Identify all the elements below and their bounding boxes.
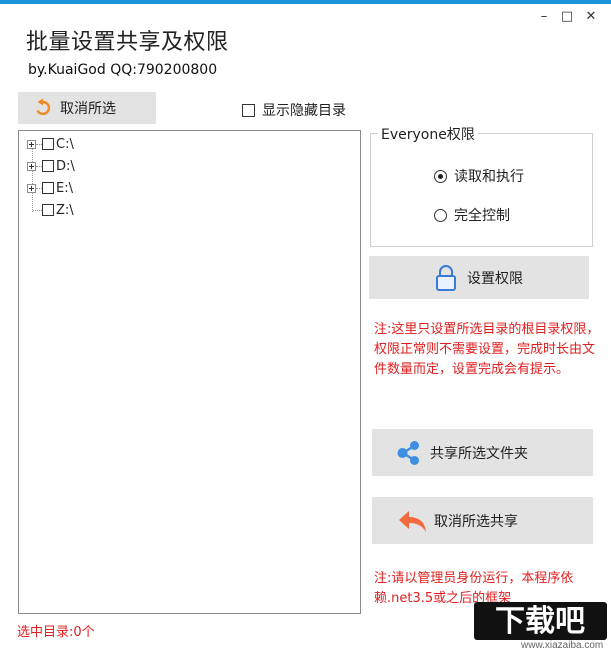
tree-item-label: D:\	[56, 158, 75, 174]
undo-select-button[interactable]: 取消所选	[18, 92, 156, 124]
tree-checkbox[interactable]	[42, 182, 54, 194]
app-author: by.KuaiGod QQ:790200800	[28, 62, 218, 78]
watermark-logo-text: 下载吧	[495, 604, 585, 639]
tree-checkbox[interactable]	[42, 138, 54, 150]
app-title: 批量设置共享及权限	[26, 30, 229, 55]
show-hidden-box[interactable]	[242, 103, 255, 117]
lock-icon	[436, 264, 456, 291]
set-permission-button[interactable]: 设置权限	[369, 256, 589, 299]
tree-item-label: Z:\	[56, 202, 74, 218]
watermark-url: www.xiazaiba.com	[521, 640, 604, 651]
maximize-button[interactable]: □	[556, 6, 578, 26]
undo-arrow-icon	[36, 98, 51, 116]
tree-item-c[interactable]: C:\	[27, 135, 74, 153]
selected-count-status: 选中目录:0个	[17, 625, 95, 640]
expand-icon[interactable]	[27, 183, 36, 193]
unshare-folder-label: 取消所选共享	[434, 513, 518, 530]
show-hidden-label: 显示隐藏目录	[262, 103, 346, 119]
expand-icon[interactable]	[27, 139, 36, 149]
minimize-button[interactable]: –	[533, 6, 555, 26]
radio-label: 读取和执行	[454, 169, 524, 185]
tree-item-e[interactable]: E:\	[27, 179, 73, 197]
unshare-folder-button[interactable]: 取消所选共享	[372, 497, 593, 544]
tree-checkbox[interactable]	[42, 204, 54, 216]
everyone-permission-group	[370, 133, 593, 247]
tree-item-d[interactable]: D:\	[27, 157, 75, 175]
show-hidden-checkbox[interactable]: 显示隐藏目录	[242, 100, 346, 120]
share-folder-button[interactable]: 共享所选文件夹	[372, 429, 593, 476]
directory-tree[interactable]: C:\ D:\ E:\ Z:\	[18, 130, 361, 614]
back-arrow-icon	[399, 510, 426, 532]
expand-icon[interactable]	[27, 161, 36, 171]
close-button[interactable]: ✕	[580, 6, 602, 26]
share-icon	[397, 440, 419, 465]
tree-checkbox[interactable]	[42, 160, 54, 172]
radio-full-control[interactable]: 完全控制	[434, 205, 510, 225]
tree-item-z[interactable]: Z:\	[33, 201, 74, 219]
permission-group-title: Everyone权限	[378, 124, 478, 144]
radio-indicator[interactable]	[434, 169, 447, 183]
permission-note: 注:这里只设置所选目录的根目录权限，权限正常则不需要设置，完成时长由文件数量而定…	[374, 322, 600, 377]
radio-read-execute[interactable]: 读取和执行	[434, 166, 524, 186]
set-permission-label: 设置权限	[467, 270, 523, 287]
radio-label: 完全控制	[454, 208, 510, 224]
tree-item-label: E:\	[56, 180, 73, 196]
share-folder-label: 共享所选文件夹	[430, 445, 528, 462]
undo-select-label: 取消所选	[60, 101, 116, 117]
title-bar-accent	[0, 0, 611, 4]
tree-item-label: C:\	[56, 136, 74, 152]
radio-indicator[interactable]	[434, 208, 447, 222]
